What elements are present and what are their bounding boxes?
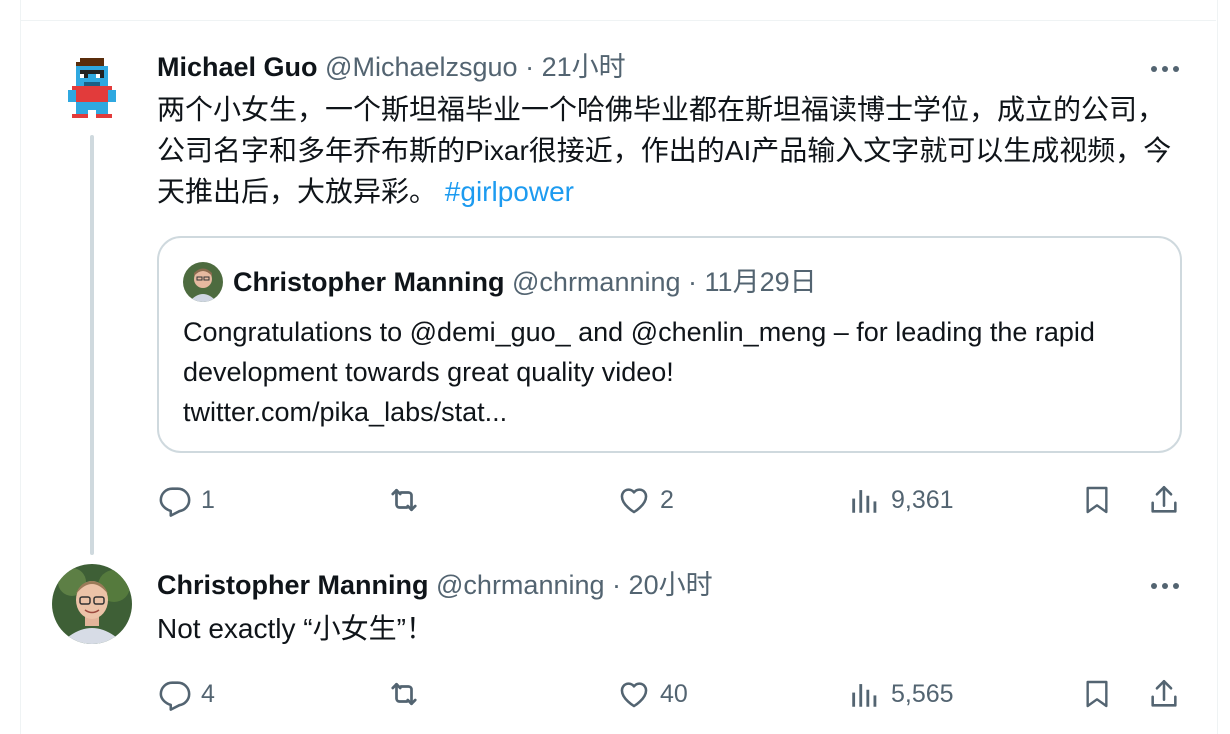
- views-count: 9,361: [891, 485, 954, 514]
- heart-icon: [616, 676, 652, 712]
- views-button[interactable]: 9,361: [847, 482, 954, 518]
- person-photo-icon: [183, 262, 223, 302]
- tweet-text: Not exactly “小女生”！: [157, 613, 434, 644]
- reply-icon: [157, 482, 193, 518]
- bookmark-button[interactable]: [1079, 676, 1115, 712]
- author-handle[interactable]: @Michaelzsguo: [325, 52, 518, 82]
- retweet-button[interactable]: [386, 676, 430, 712]
- quote-author-handle[interactable]: @chrmanning: [512, 265, 681, 299]
- divider: [20, 20, 1216, 21]
- retweet-button[interactable]: [386, 482, 430, 518]
- reply-count: 4: [201, 679, 215, 708]
- views-chart-icon: [847, 482, 883, 518]
- reply-icon: [157, 676, 193, 712]
- quote-header: Christopher Manning @chrmanning · 11月29日: [183, 262, 817, 302]
- michael-guo-avatar[interactable]: [60, 58, 124, 122]
- author-name[interactable]: Christopher Manning: [157, 570, 429, 600]
- like-count: 2: [660, 485, 674, 514]
- tweet-time[interactable]: 21小时: [542, 52, 626, 82]
- quote-author-name[interactable]: Christopher Manning: [233, 265, 505, 299]
- like-button[interactable]: 2: [616, 482, 674, 518]
- reply-count: 1: [201, 485, 215, 514]
- pixel-character-icon: [68, 58, 116, 118]
- tweet-text: 两个小女生，一个斯坦福毕业一个哈佛毕业都在斯坦福读博士学位，成立的公司，公司名字…: [157, 89, 1182, 212]
- share-button[interactable]: [1146, 482, 1182, 518]
- quote-author-avatar[interactable]: [183, 262, 223, 302]
- tweet-header: Michael Guo @Michaelzsguo · 21小时: [157, 50, 626, 84]
- share-icon: [1146, 676, 1182, 712]
- more-dots-icon: [1151, 66, 1179, 72]
- person-photo-icon: [52, 564, 132, 644]
- reply-button[interactable]: 1: [157, 482, 215, 518]
- bookmark-icon: [1079, 676, 1115, 712]
- retweet-icon: [386, 482, 422, 518]
- quote-text-body: Congratulations to @demi_guo_ and @chenl…: [183, 317, 1095, 387]
- bookmark-icon: [1079, 482, 1115, 518]
- quote-time[interactable]: 11月29日: [705, 265, 817, 299]
- like-button[interactable]: 40: [616, 676, 688, 712]
- views-chart-icon: [847, 676, 883, 712]
- hashtag-link[interactable]: #girlpower: [445, 176, 574, 207]
- quoted-tweet-card[interactable]: Christopher Manning @chrmanning · 11月29日…: [157, 236, 1182, 453]
- author-name[interactable]: Michael Guo: [157, 52, 318, 82]
- share-button[interactable]: [1146, 676, 1182, 712]
- share-icon: [1146, 482, 1182, 518]
- reply-button[interactable]: 4: [157, 676, 215, 712]
- separator-dot: ·: [612, 570, 622, 600]
- quote-link[interactable]: twitter.com/pika_labs/stat...: [183, 397, 507, 427]
- heart-icon: [616, 482, 652, 518]
- views-button[interactable]: 5,565: [847, 676, 954, 712]
- tweet-time[interactable]: 20小时: [629, 570, 713, 600]
- bookmark-button[interactable]: [1079, 482, 1115, 518]
- tweet-text-main: 两个小女生，一个斯坦福毕业一个哈佛毕业都在斯坦福读博士学位，成立的公司，公司名字…: [157, 94, 1172, 207]
- separator-dot: ·: [688, 267, 698, 297]
- more-options-button[interactable]: [1145, 54, 1185, 84]
- like-count: 40: [660, 679, 688, 708]
- separator-dot: ·: [525, 52, 535, 82]
- quote-text: Congratulations to @demi_guo_ and @chenl…: [183, 312, 1163, 432]
- christopher-manning-avatar[interactable]: [52, 564, 132, 644]
- tweet-header: Christopher Manning @chrmanning · 20小时: [157, 568, 713, 602]
- author-handle[interactable]: @chrmanning: [436, 570, 605, 600]
- thread-connector-line: [90, 135, 94, 555]
- retweet-icon: [386, 676, 422, 712]
- more-options-button[interactable]: [1145, 571, 1185, 601]
- more-dots-icon: [1151, 583, 1179, 589]
- views-count: 5,565: [891, 679, 954, 708]
